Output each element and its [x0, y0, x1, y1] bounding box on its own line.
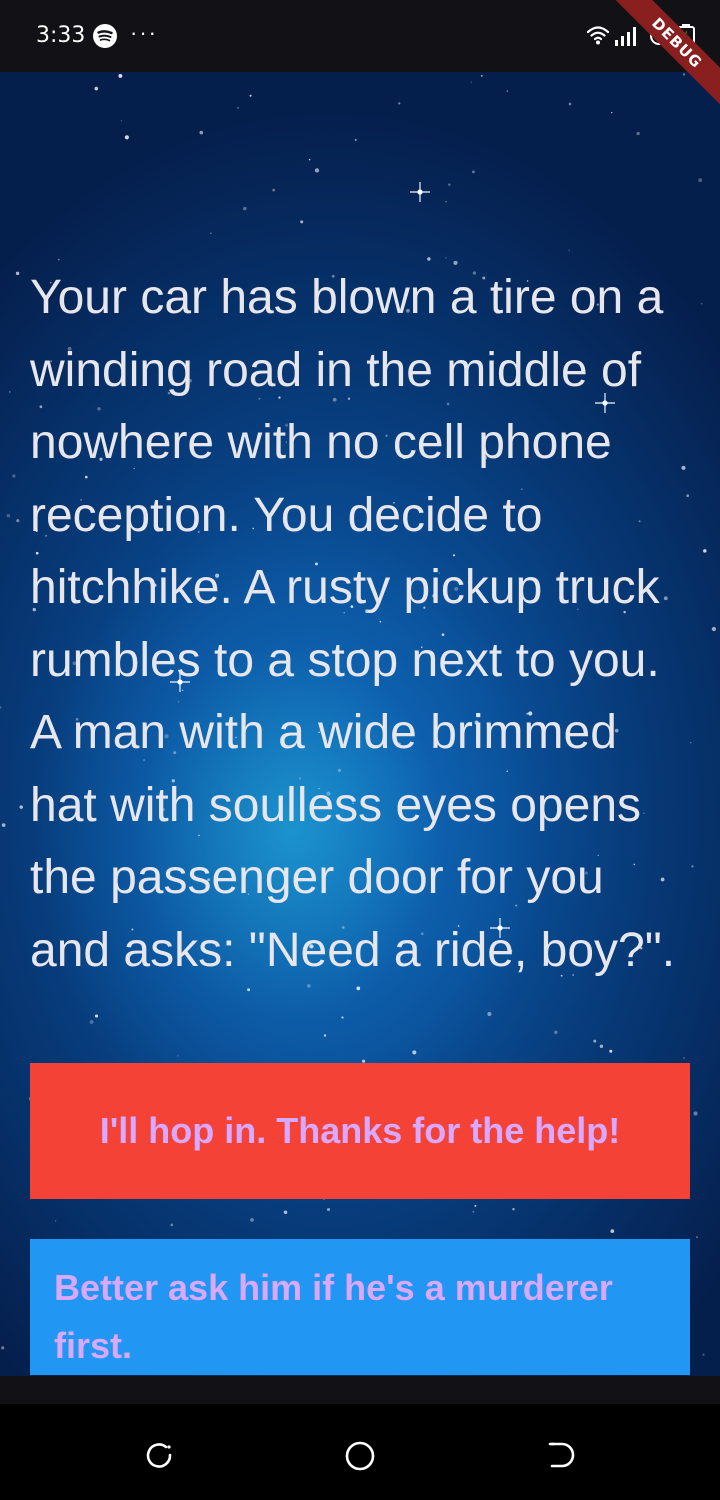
star — [89, 1019, 94, 1024]
star — [693, 1111, 698, 1116]
star — [691, 865, 694, 868]
sparkle-star — [410, 182, 430, 202]
story-text: Your car has blown a tire on a winding r… — [30, 271, 676, 977]
star — [593, 1039, 597, 1043]
star — [568, 249, 571, 252]
status-bar: 3:33 ··· — [0, 0, 720, 72]
star — [15, 271, 20, 276]
star — [472, 170, 475, 174]
star — [611, 111, 613, 114]
star — [506, 90, 509, 92]
star — [118, 73, 123, 78]
star — [94, 86, 99, 91]
star — [177, 1055, 179, 1057]
star — [54, 1220, 57, 1222]
star — [512, 1208, 515, 1211]
choice-ask-murderer-button[interactable]: Better ask him if he's a murderer first. — [30, 1239, 690, 1375]
back-icon[interactable] — [544, 1440, 576, 1470]
star — [445, 257, 447, 259]
home-icon[interactable] — [344, 1440, 376, 1472]
star — [487, 1011, 492, 1017]
star — [554, 1030, 558, 1035]
star — [247, 988, 251, 992]
star — [341, 1016, 344, 1019]
star — [237, 107, 239, 109]
star — [16, 519, 20, 523]
star — [170, 1223, 174, 1227]
star — [474, 1204, 477, 1207]
star — [398, 102, 401, 105]
star — [308, 158, 311, 161]
star — [6, 513, 11, 518]
star — [690, 742, 692, 744]
star — [124, 135, 129, 140]
star — [323, 1034, 327, 1037]
star — [1, 1346, 5, 1350]
star — [703, 549, 707, 553]
star — [470, 81, 472, 83]
star — [300, 220, 304, 224]
status-time: 3:33 — [36, 23, 86, 48]
app-screen: Your car has blown a tire on a winding r… — [0, 0, 720, 1500]
recents-icon[interactable] — [144, 1440, 176, 1470]
star — [57, 258, 60, 261]
star — [609, 1049, 613, 1053]
star — [243, 206, 247, 211]
star — [0, 705, 2, 709]
star — [326, 1207, 331, 1212]
star — [610, 1229, 615, 1233]
bottom-strip — [0, 1376, 720, 1404]
star — [412, 1050, 417, 1055]
star — [711, 626, 717, 632]
star — [683, 1057, 685, 1059]
star — [1, 823, 6, 827]
star — [12, 474, 16, 478]
more-icon: ··· — [130, 20, 158, 45]
star — [354, 138, 357, 141]
star — [8, 391, 11, 393]
star — [272, 188, 276, 192]
star — [702, 1353, 705, 1356]
star — [120, 120, 123, 122]
star — [199, 130, 204, 135]
star — [636, 131, 640, 136]
star — [250, 1218, 254, 1222]
star — [283, 1210, 288, 1214]
star — [696, 1236, 699, 1239]
signal-icon — [615, 27, 636, 46]
star — [427, 257, 431, 261]
star — [94, 1014, 99, 1018]
starfield-background: Your car has blown a tire on a winding r… — [0, 72, 720, 1376]
star — [314, 168, 320, 173]
star — [19, 805, 23, 809]
star — [472, 1210, 475, 1213]
star — [698, 178, 703, 183]
star — [249, 94, 252, 97]
choice-hop-in-button[interactable]: I'll hop in. Thanks for the help! — [30, 1063, 690, 1199]
navigation-bar — [0, 1404, 720, 1500]
star — [568, 102, 572, 106]
wifi-icon — [586, 26, 610, 45]
star — [210, 232, 212, 234]
star — [448, 183, 451, 186]
star — [682, 73, 686, 76]
spotify-icon — [93, 24, 117, 48]
star — [445, 200, 447, 203]
star — [599, 1044, 604, 1048]
star — [700, 302, 703, 305]
star — [480, 74, 483, 77]
star — [356, 986, 361, 991]
